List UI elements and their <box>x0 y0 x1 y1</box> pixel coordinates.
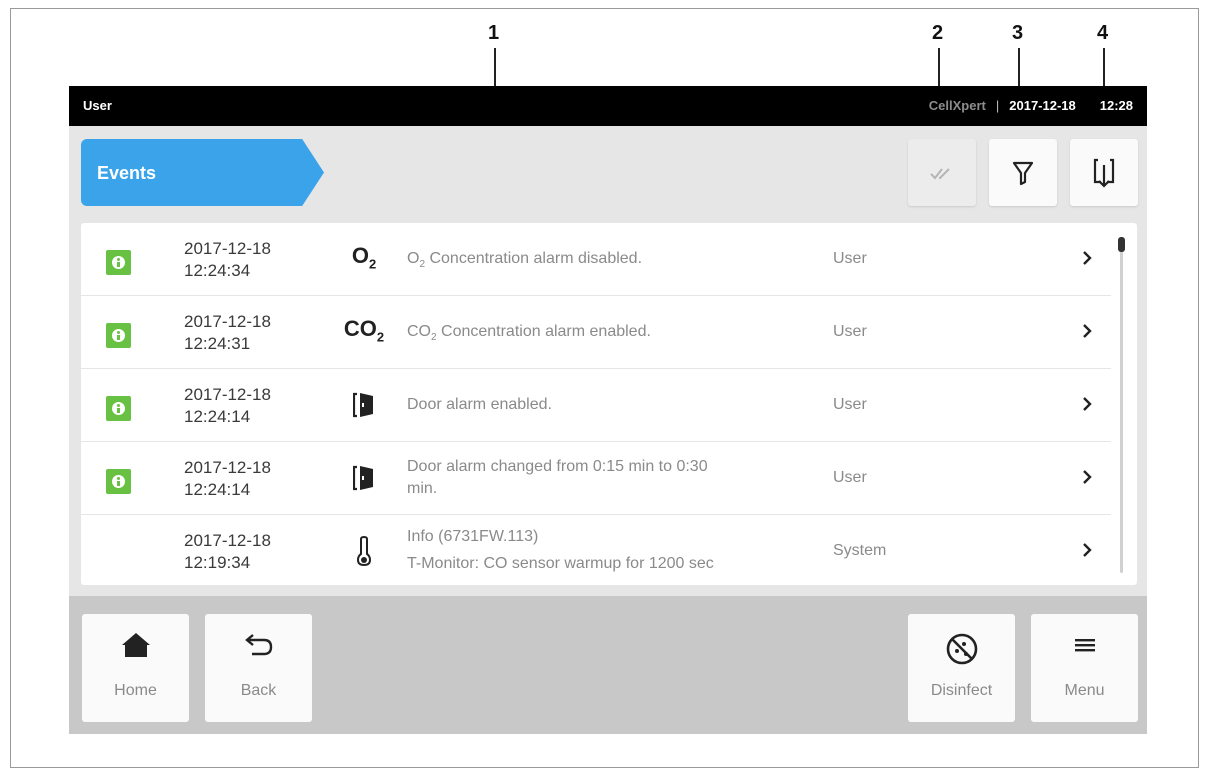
chevron-right-icon <box>1083 397 1092 411</box>
back-button[interactable]: Back <box>205 614 312 722</box>
callout-1: 1 <box>488 22 500 44</box>
event-description: Door alarm enabled. <box>407 396 552 413</box>
o2-icon: O2 <box>351 243 377 272</box>
event-date: 2017-12-18 <box>184 312 271 331</box>
scrollbar-thumb[interactable] <box>1118 237 1125 252</box>
info-icon <box>106 469 131 494</box>
disinfect-button[interactable]: Disinfect <box>908 614 1015 722</box>
chevron-right-icon <box>1083 251 1092 265</box>
home-button[interactable]: Home <box>82 614 189 722</box>
chevron-right-icon <box>1083 470 1092 484</box>
event-source: User <box>833 323 867 340</box>
back-icon <box>244 634 272 656</box>
event-source: System <box>833 542 887 559</box>
filter-button[interactable] <box>989 139 1057 206</box>
event-timestamp: 2017-12-18 12:19:34 <box>184 530 271 574</box>
event-description: CO2 Concentration alarm enabled. <box>407 323 651 344</box>
event-description-line: T-Monitor: CO sensor warmup for 1200 sec <box>407 555 714 572</box>
event-time: 12:24:34 <box>184 261 251 280</box>
thermometer-icon <box>356 535 372 567</box>
chevron-right-icon <box>1083 543 1092 557</box>
event-row[interactable]: 2017-12-18 12:19:34 Info (6731FW.113) T-… <box>81 515 1111 585</box>
status-date: 2017-12-18 <box>1009 98 1076 113</box>
info-icon <box>106 250 131 275</box>
event-source: User <box>833 250 867 267</box>
home-label: Home <box>114 682 157 699</box>
callout-3: 3 <box>1012 22 1024 44</box>
event-timestamp: 2017-12-18 12:24:14 <box>184 384 271 428</box>
event-source: User <box>833 469 867 486</box>
event-timestamp: 2017-12-18 12:24:34 <box>184 238 271 282</box>
status-time: 12:28 <box>1099 98 1133 113</box>
co2-icon: CO2 <box>343 316 385 345</box>
home-icon <box>121 633 150 657</box>
menu-icon <box>1074 639 1095 652</box>
filter-icon <box>1012 161 1034 185</box>
door-icon <box>353 465 373 491</box>
event-description: Door alarm changed from 0:15 min to 0:30… <box>407 456 807 500</box>
event-date: 2017-12-18 <box>184 239 271 258</box>
header-bar: Events <box>69 126 1147 214</box>
status-separator: | <box>995 98 1000 113</box>
event-description-line: Door alarm changed from 0:15 min to 0:30 <box>407 458 708 475</box>
event-row[interactable]: 2017-12-18 12:24:34 O2 O2 Concentration … <box>81 223 1111 296</box>
callout-2: 2 <box>932 22 944 44</box>
event-time: 12:24:14 <box>184 407 251 426</box>
acknowledge-all-button[interactable] <box>908 139 976 206</box>
event-time: 12:19:34 <box>184 553 251 572</box>
chevron-right-icon <box>1083 324 1092 338</box>
status-bar: User CellXpert | 2017-12-18 12:28 <box>69 86 1147 126</box>
bottom-nav-bar: Home Back Disinfect Menu <box>69 596 1147 734</box>
event-time: 12:24:31 <box>184 334 251 353</box>
tab-events[interactable]: Events <box>81 139 324 206</box>
info-icon <box>106 396 131 421</box>
door-icon <box>353 392 373 418</box>
device-screen: User CellXpert | 2017-12-18 12:28 Events <box>69 86 1147 734</box>
status-user: User <box>83 98 112 113</box>
disinfect-label: Disinfect <box>930 682 993 699</box>
event-date: 2017-12-18 <box>184 458 271 477</box>
event-timestamp: 2017-12-18 12:24:14 <box>184 457 271 501</box>
status-brand: CellXpert <box>928 98 986 113</box>
event-row[interactable]: 2017-12-18 12:24:14 Door alarm changed f… <box>81 442 1111 515</box>
event-row[interactable]: 2017-12-18 12:24:14 Door alarm enabled. … <box>81 369 1111 442</box>
event-description: O2 Concentration alarm disabled. <box>407 250 643 271</box>
callout-4: 4 <box>1097 22 1109 44</box>
info-icon <box>106 323 131 348</box>
scrollbar-track[interactable] <box>1120 237 1123 573</box>
event-list: 2017-12-18 12:24:34 O2 O2 Concentration … <box>81 223 1137 585</box>
event-description-line: Info (6731FW.113) <box>407 528 539 545</box>
acknowledge-all-icon <box>930 167 950 180</box>
tab-events-label: Events <box>97 163 157 183</box>
event-date: 2017-12-18 <box>184 531 271 550</box>
export-button[interactable] <box>1070 139 1138 206</box>
event-source: User <box>833 396 867 413</box>
export-icon <box>1093 158 1115 188</box>
event-date: 2017-12-18 <box>184 385 271 404</box>
menu-button[interactable]: Menu <box>1031 614 1138 722</box>
event-description: Info (6731FW.113) T-Monitor: CO sensor w… <box>407 523 807 577</box>
event-description-line: min. <box>407 480 438 497</box>
back-label: Back <box>240 682 277 699</box>
event-time: 12:24:14 <box>184 480 251 499</box>
disinfect-icon <box>946 633 977 665</box>
menu-label: Menu <box>1064 682 1105 699</box>
event-row[interactable]: 2017-12-18 12:24:31 CO2 CO2 Concentratio… <box>81 296 1111 369</box>
event-timestamp: 2017-12-18 12:24:31 <box>184 311 271 355</box>
